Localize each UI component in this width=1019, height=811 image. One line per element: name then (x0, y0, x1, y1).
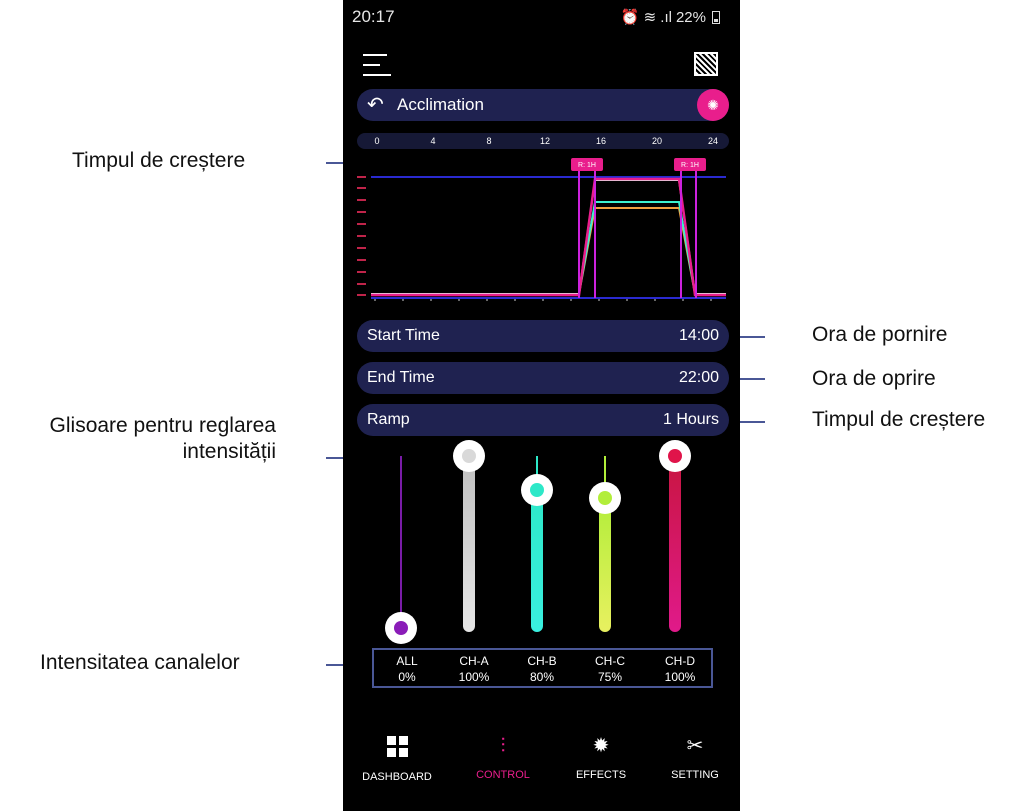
nav-control[interactable]: ⫶ CONTROL (458, 730, 548, 790)
curve-ch-d (371, 177, 726, 297)
channel-readouts: ALL 0% CH-A 100% CH-B 80% CH-C 75% CH-D … (372, 648, 713, 688)
curve-ch-b (371, 201, 726, 295)
sliders-icon: ⫶ (500, 735, 506, 757)
coral-icon[interactable]: ✺ (697, 89, 729, 121)
slider-ch-b-track (531, 490, 543, 632)
channel-value: 100% (458, 670, 490, 684)
channel-value: 0% (398, 670, 416, 684)
time-tick: 0 (374, 136, 380, 146)
nav-effects-label: EFFECTS (575, 769, 627, 781)
time-tick: 24 (707, 136, 719, 146)
time-tick: 16 (595, 136, 607, 146)
start-time-row[interactable]: Start Time 14:00 (357, 320, 729, 352)
time-axis: 0 4 8 12 16 20 24 (357, 133, 729, 149)
time-tick: 20 (651, 136, 663, 146)
channel-name: ALL (396, 654, 418, 668)
bottom-nav: DASHBOARD ⫶ CONTROL ✹ EFFECTS ✂ SETTING (343, 730, 740, 800)
page-title: Acclimation (397, 95, 484, 114)
annotation-rise-time-top: Timpul de creștere (72, 149, 246, 172)
battery-percent: 22% (675, 8, 706, 26)
end-time-value[interactable]: 22:00 (679, 369, 719, 387)
dashboard-grid-icon (386, 736, 408, 757)
channel-ch-d: CH-D 100% (655, 653, 705, 685)
channel-ch-c: CH-C 75% (585, 653, 635, 685)
ramp-tag-right: R: 1H (681, 162, 699, 169)
annotation-sliders-line1: Glisoare pentru reglarea (49, 414, 276, 437)
battery-icon (712, 10, 720, 24)
ramp-value[interactable]: 1 Hours (663, 411, 719, 429)
channel-name: CH-C (595, 654, 625, 668)
end-time-label: End Time (367, 369, 435, 386)
annotation-start-time: Ora de pornire (812, 323, 948, 346)
start-time-label: Start Time (367, 327, 440, 344)
nav-dashboard[interactable]: DASHBOARD (352, 730, 442, 790)
curve-ch-a (371, 179, 726, 295)
ramp-label: Ramp (367, 411, 410, 428)
status-icons: ⏰ ≋ .ıl 22% (621, 8, 720, 26)
channel-all: ALL 0% (382, 653, 432, 685)
channel-value: 75% (597, 670, 623, 684)
qr-code-icon[interactable] (694, 52, 718, 76)
channel-ch-a: CH-A 100% (449, 653, 499, 685)
ramp-row[interactable]: Ramp 1 Hours (357, 404, 729, 436)
y-ticks (357, 176, 366, 296)
nav-setting-label: SETTING (671, 769, 719, 781)
time-tick: 4 (430, 136, 436, 146)
slider-ch-a[interactable] (449, 440, 489, 640)
status-time: 20:17 (352, 7, 395, 26)
annotation-channel-intensity: Intensitatea canalelor (40, 651, 240, 674)
curve-ch-c (371, 207, 726, 295)
effects-icon: ✹ (592, 735, 610, 757)
nav-dashboard-label: DASHBOARD (362, 771, 432, 783)
slider-ch-c[interactable] (585, 440, 625, 640)
channel-name: CH-D (665, 654, 695, 668)
annotation-sliders-line2: intensității (182, 440, 276, 463)
hamburger-icon[interactable] (363, 52, 391, 78)
title-bar[interactable]: ↶ Acclimation ✺ (357, 89, 729, 121)
channel-value: 100% (664, 670, 696, 684)
nav-setting[interactable]: ✂ SETTING (650, 730, 740, 790)
nav-effects[interactable]: ✹ EFFECTS (556, 730, 646, 790)
slider-ch-c-knob[interactable] (589, 482, 621, 514)
slider-all[interactable] (381, 440, 421, 644)
tools-icon: ✂ (686, 735, 704, 757)
slider-ch-a-knob[interactable] (453, 440, 485, 472)
time-tick: 12 (539, 136, 551, 146)
ramp-tag-left: R: 1H (578, 162, 596, 169)
slider-ch-c-track (599, 498, 611, 632)
time-tick: 8 (486, 136, 492, 146)
channel-ch-b: CH-B 80% (517, 653, 567, 685)
channel-value: 80% (529, 670, 555, 684)
slider-ch-a-track (463, 456, 475, 632)
slider-ch-d-knob[interactable] (659, 440, 691, 472)
end-time-row[interactable]: End Time 22:00 (357, 362, 729, 394)
annotation-end-time: Ora de oprire (812, 367, 936, 390)
annotation-sliders: Glisoare pentru reglarea intensității (0, 413, 276, 465)
schedule-chart: R: 1H R: 1H (357, 158, 726, 301)
slider-all-line (400, 456, 402, 622)
slider-ch-d-track (669, 456, 681, 632)
annotation-rise-time-ramp: Timpul de creștere (812, 408, 986, 431)
slider-ch-b[interactable] (517, 440, 557, 640)
phone-screen: 20:17 ⏰ ≋ .ıl 22% ↶ Acclimation ✺ 0 4 8 … (343, 0, 740, 811)
slider-all-knob[interactable] (385, 612, 417, 644)
slider-ch-d[interactable] (655, 440, 695, 640)
channel-name: CH-A (459, 654, 489, 668)
channel-name: CH-B (527, 654, 557, 668)
nav-control-label: CONTROL (476, 769, 530, 781)
slider-ch-b-knob[interactable] (521, 474, 553, 506)
status-signal-icons: ⏰ ≋ .ıl (620, 9, 672, 26)
status-bar: 20:17 ⏰ ≋ .ıl 22% (343, 0, 740, 36)
back-icon[interactable]: ↶ (367, 94, 384, 116)
start-time-value[interactable]: 14:00 (679, 327, 719, 345)
